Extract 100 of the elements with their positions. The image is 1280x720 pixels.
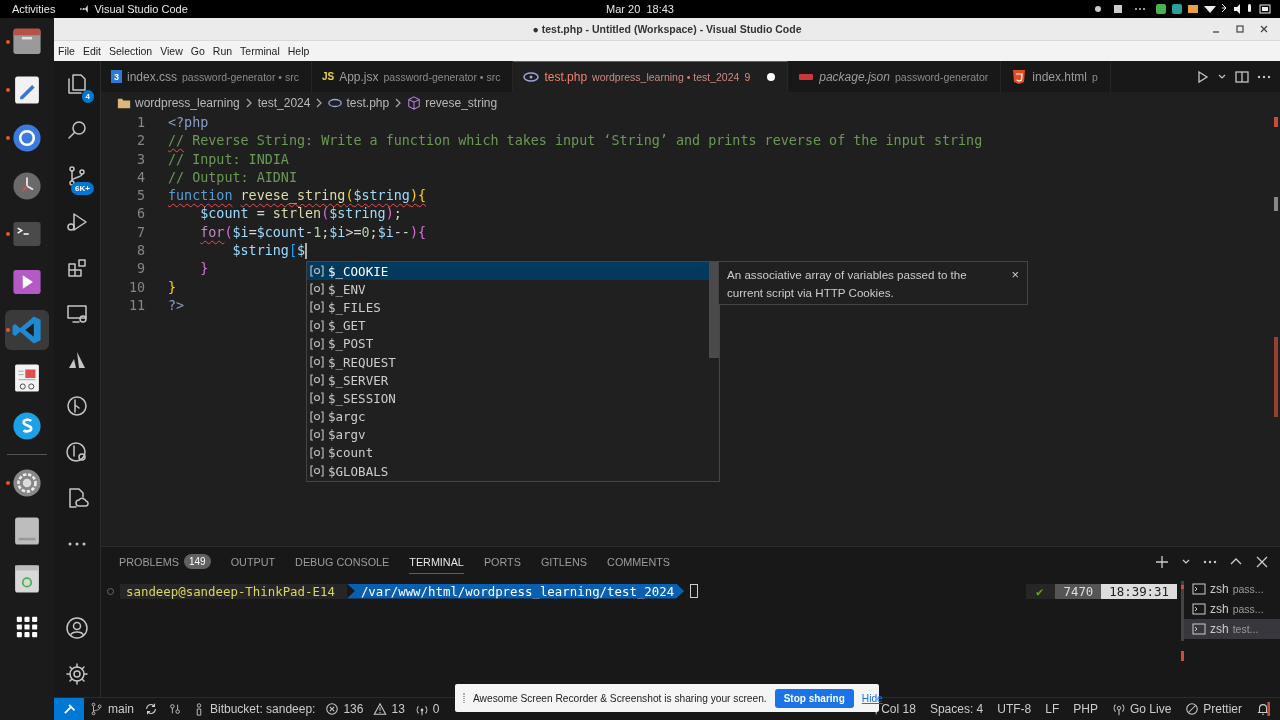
split-editor-icon[interactable] (1234, 68, 1250, 85)
menu-item[interactable]: Terminal (240, 45, 280, 57)
suggestion-item[interactable]: $_ENV (307, 280, 709, 299)
terminal-item[interactable]: zsh pass... (1184, 599, 1280, 619)
terminal-item[interactable]: zsh test... (1184, 619, 1280, 639)
panel-tab[interactable]: PORTS (483, 550, 521, 574)
editor-tab[interactable]: index.html p (1001, 61, 1111, 92)
clock[interactable]: Mar 20 18:43 (606, 3, 674, 15)
variable-icon (310, 336, 324, 351)
suggestion-item[interactable]: $_GET (307, 316, 709, 335)
tab-path: wordpress_learning • test_2024 (592, 71, 740, 83)
nodes-icon[interactable] (168, 702, 182, 716)
suggestion-item[interactable]: $_FILES (307, 298, 709, 317)
panel-tab[interactable]: DEBUG CONSOLE (295, 550, 390, 574)
status-item[interactable]: LF (1045, 702, 1060, 716)
code-token: ; (321, 223, 330, 242)
line-number: 10 (127, 278, 145, 297)
status-item[interactable]: UTF-8 (997, 702, 1032, 716)
status-item[interactable]: 136 (325, 702, 364, 716)
editor-tab[interactable]: package.json password-generator (788, 61, 1002, 92)
branch-icon (90, 702, 104, 716)
menu-item[interactable]: View (160, 45, 183, 57)
remote-icon[interactable] (65, 302, 89, 326)
status-item[interactable]: 13 (373, 702, 405, 716)
prompt-time: 18:39:31 (1101, 583, 1177, 599)
breadcrumb-item[interactable]: wordpress_learning (135, 95, 240, 110)
menu-item[interactable]: File (58, 45, 75, 57)
terminal-cursor (690, 584, 699, 598)
prompt-pid: 7470 (1055, 583, 1102, 599)
bell-icon[interactable] (1256, 702, 1270, 716)
suggestion-item[interactable]: $_COOKIE (307, 262, 709, 281)
suggestion-item[interactable]: $argc (307, 407, 709, 426)
code-token: // Output: AIDNI (168, 168, 297, 187)
panel-tab[interactable]: GITLENS (540, 550, 588, 574)
panel-tab[interactable]: PROBLEMS 149 (119, 550, 211, 574)
suggestion-item[interactable]: $_REQUEST (307, 352, 709, 372)
maximize-icon[interactable] (1234, 23, 1246, 35)
suggestion-item[interactable]: $GLOBALS (307, 462, 709, 481)
settings-icon (10, 466, 44, 500)
menu-item[interactable]: Go (190, 45, 205, 57)
code-token: Reverse String: Write a function which takes input ‘String’ and prints reverse of the input string (192, 132, 983, 151)
code-token: // (168, 132, 185, 151)
status-item[interactable]: Prettier (1185, 702, 1242, 716)
account-icon[interactable] (65, 616, 89, 640)
status-item[interactable]: Spaces: 4 (929, 702, 984, 716)
scrollbar-thumb[interactable] (709, 262, 719, 358)
panel-tab[interactable]: COMMENTS (607, 550, 671, 574)
line-number: 8 (135, 242, 145, 261)
error-icon (325, 702, 340, 716)
panel-tab[interactable]: TERMINAL (409, 550, 464, 574)
terminal-item[interactable]: zsh pass... (1184, 579, 1280, 599)
suggestion-item[interactable]: $argv (307, 425, 709, 444)
code-token: 1 (313, 223, 322, 242)
status-item[interactable]: Bitbucket: sandeep: (192, 702, 316, 716)
run-debug-icon[interactable] (65, 210, 89, 234)
status-item[interactable]: PHP (1073, 702, 1098, 716)
extensions-icon[interactable] (65, 256, 89, 280)
chat-app-icon (10, 409, 44, 443)
prompt-path: /var/www/html/wordpress_learning/test_2024 (346, 583, 685, 599)
stop-sharing-button[interactable]: Stop sharing (774, 688, 854, 708)
code-token: $i (232, 223, 249, 242)
panel-tab[interactable]: OUTPUT (230, 550, 276, 574)
documentation-text: An associative array of variables passed to the current script via HTTP Cookies. (727, 267, 968, 300)
close-icon[interactable] (1258, 23, 1270, 35)
code-token: $string (353, 187, 410, 206)
status-item[interactable]: main (90, 702, 134, 716)
breadcrumb-item[interactable]: test.php (346, 95, 390, 110)
suggestion-item[interactable]: $_SERVER (307, 371, 709, 390)
code-token: ?> (168, 296, 185, 315)
menu-item[interactable]: Help (287, 45, 310, 57)
breadcrumb-item[interactable]: test_2024 (257, 95, 311, 110)
gitlens-inspect-icon[interactable] (65, 440, 89, 464)
search-icon[interactable] (65, 118, 89, 142)
suggestion-item[interactable]: $_SESSION (307, 389, 709, 408)
breadcrumb-item[interactable]: revese_string (425, 95, 498, 110)
variable-icon (310, 300, 324, 315)
settings-icon[interactable] (65, 662, 89, 686)
editor-tab[interactable]: 3 index.css password-generator • src (101, 61, 312, 92)
menu-item[interactable]: Edit (82, 45, 101, 57)
close-icon[interactable] (1254, 554, 1270, 570)
close-button[interactable]: × (1011, 266, 1019, 300)
editor-tab[interactable]: test.php wordpress_learning • test_2024 9 (513, 61, 789, 92)
drag-handle[interactable] (463, 693, 465, 703)
terminal-icon (1192, 602, 1206, 616)
exit-status: ✔ (1026, 583, 1056, 599)
gitlens-icon[interactable] (65, 394, 89, 418)
status-item[interactable]: Go Live (1111, 702, 1172, 716)
add-icon[interactable] (1154, 554, 1170, 570)
menu-item[interactable]: Run (212, 45, 233, 57)
suggestion-item[interactable]: $count (307, 443, 709, 463)
status-item[interactable]: , Col 18 (874, 702, 916, 716)
explorer-icon[interactable] (65, 72, 89, 96)
menu-item[interactable]: Selection (109, 45, 153, 57)
status-item[interactable]: 0 (414, 702, 440, 716)
code-token: ) (409, 223, 418, 242)
activities-button[interactable]: Activities (12, 3, 56, 15)
line-number: 11 (127, 296, 145, 315)
sync-icon[interactable] (144, 702, 158, 716)
line-number: 4 (135, 168, 145, 187)
suggestion-item[interactable]: $_POST (307, 334, 709, 353)
